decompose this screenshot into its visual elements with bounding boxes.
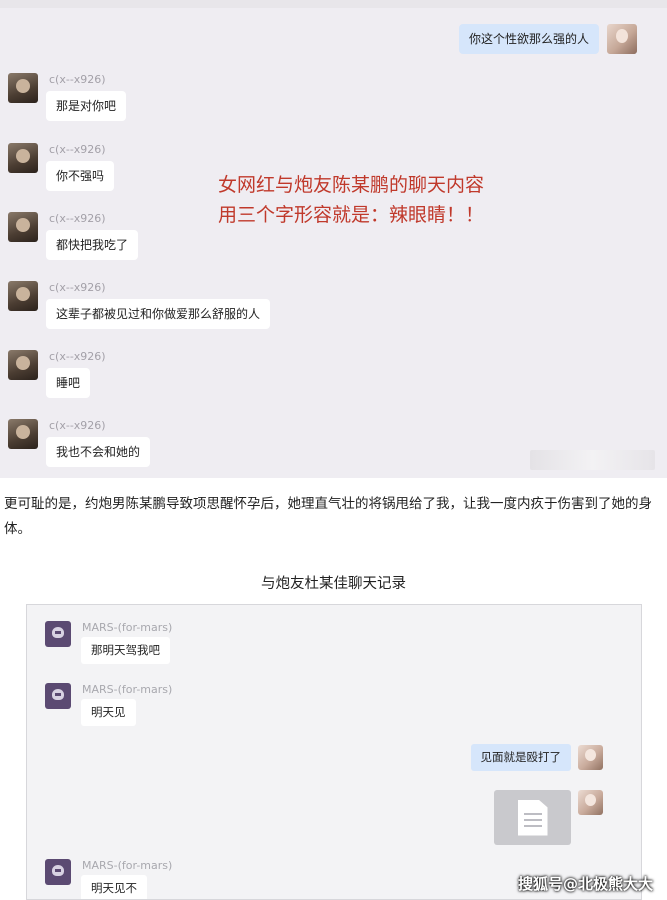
- mars-name: MARS-(for-mars): [82, 683, 173, 696]
- blurred-mark: [530, 450, 655, 470]
- mars-avatar[interactable]: [45, 621, 71, 647]
- article-paragraph: 更可耻的是，约炮男陈某鹏导致项思醒怀孕后，她理直气壮的将锅甩给了我，让我一度内疚…: [4, 496, 652, 537]
- peer-name: c(x--x926): [49, 281, 106, 294]
- mars-name: MARS-(for-mars): [82, 859, 173, 872]
- peer-avatar[interactable]: [8, 73, 38, 103]
- peer-message-bubble[interactable]: 我也不会和她的: [46, 437, 151, 467]
- mars-name: MARS-(for-mars): [82, 621, 173, 634]
- peer-name: c(x--x926): [49, 143, 106, 156]
- top-strip: [0, 0, 667, 8]
- peer-avatar[interactable]: [8, 350, 38, 380]
- peer-avatar[interactable]: [8, 212, 38, 242]
- my-avatar[interactable]: [578, 790, 603, 815]
- mars-message-bubble[interactable]: 明天见不: [81, 875, 147, 899]
- peer-avatar[interactable]: [8, 281, 38, 311]
- peer-message-bubble[interactable]: 这辈子都被见过和你做爱那么舒服的人: [46, 299, 271, 329]
- mars-avatar[interactable]: [45, 859, 71, 885]
- my-message-row: 你这个性欲那么强的人: [458, 24, 637, 54]
- file-document-icon: [517, 799, 548, 836]
- my-avatar[interactable]: [578, 745, 603, 770]
- my-file-row: [494, 790, 603, 845]
- peer-name: c(x--x926): [49, 350, 106, 363]
- my-message-bubble[interactable]: 你这个性欲那么强的人: [458, 24, 599, 54]
- overlay-caption-line-2: 用三个字形容就是：辣眼睛！！: [218, 204, 485, 226]
- peer-message-bubble[interactable]: 你不强吗: [46, 161, 115, 191]
- mars-message-bubble[interactable]: 明天见: [81, 699, 136, 726]
- mars-avatar[interactable]: [45, 683, 71, 709]
- overlay-caption: 女网红与炮友陈某鹏的聊天内容 用三个字形容就是：辣眼睛！！: [218, 170, 484, 230]
- peer-name: c(x--x926): [49, 73, 106, 86]
- my-avatar[interactable]: [607, 24, 637, 54]
- chat-screenshot-2: MARS-(for-mars) 那明天驾我吧 MARS-(for-mars) 明…: [26, 604, 642, 900]
- peer-message-bubble[interactable]: 睡吧: [46, 368, 91, 398]
- file-attachment[interactable]: [494, 790, 571, 845]
- peer-message-bubble[interactable]: 那是对你吧: [46, 91, 127, 121]
- peer-name: c(x--x926): [49, 419, 106, 432]
- my-message-row-2: 见面就是殴打了: [470, 744, 603, 771]
- peer-message-bubble[interactable]: 都快把我吃了: [46, 230, 139, 260]
- peer-avatar[interactable]: [8, 143, 38, 173]
- peer-avatar[interactable]: [8, 419, 38, 449]
- chat-record-title: 与炮友杜某佳聊天记录: [261, 576, 406, 592]
- watermark: 搜狐号@北极熊大大: [517, 875, 653, 893]
- peer-name: c(x--x926): [49, 212, 106, 225]
- mars-message-bubble[interactable]: 那明天驾我吧: [81, 637, 170, 664]
- overlay-caption-line-1: 女网红与炮友陈某鹏的聊天内容: [218, 174, 485, 196]
- my-message-bubble[interactable]: 见面就是殴打了: [470, 744, 571, 771]
- chat-screenshot-1: 你这个性欲那么强的人 c(x--x926) 那是对你吧 c(x--x926) 你…: [0, 0, 667, 478]
